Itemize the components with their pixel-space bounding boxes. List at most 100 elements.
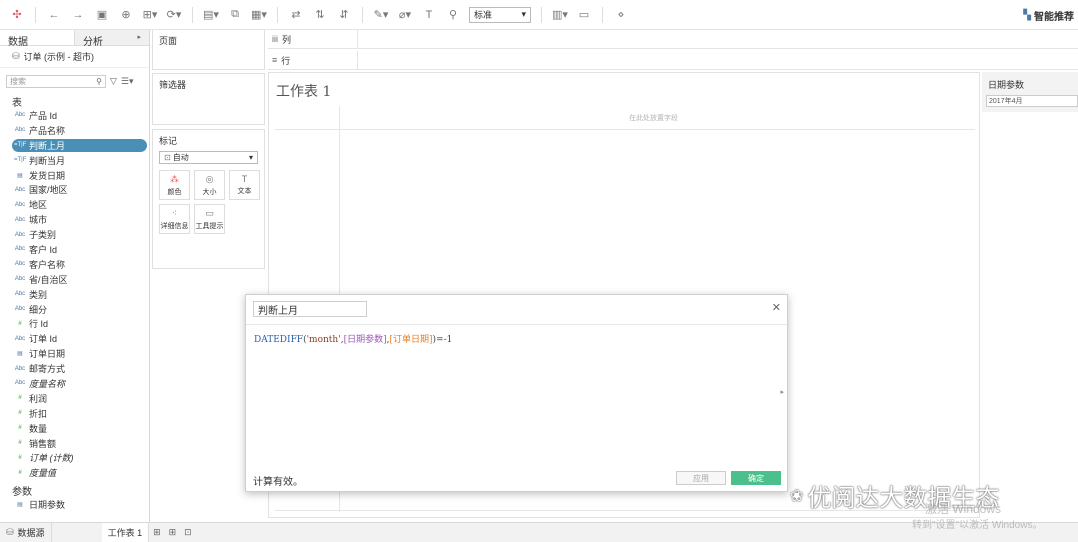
field-item[interactable]: Abc 产品名称 — [0, 123, 150, 138]
apply-button[interactable]: 应用 — [676, 471, 726, 485]
field-label: 度量值 — [29, 468, 57, 479]
calc-status: 计算有效。 — [253, 477, 303, 488]
tab-analysis-label: 分析 — [83, 37, 103, 48]
color-button[interactable]: ⁂ 颜色 — [159, 170, 190, 200]
fit-select[interactable]: 标准 ▾ — [469, 6, 531, 23]
text-label: 文本 — [237, 188, 252, 195]
tableau-logo-icon[interactable]: ✣ — [8, 6, 26, 24]
field-item[interactable]: # 折扣 — [0, 406, 150, 421]
toolbar-divider — [277, 6, 278, 23]
field-label: 订单日期 — [29, 349, 66, 360]
field-type-icon: Abc — [14, 216, 26, 223]
presentation-icon[interactable]: ▭ — [575, 6, 593, 24]
tooltip-icon: ▭ — [205, 207, 214, 218]
new-dashboard-icon[interactable]: ⊞ — [165, 527, 181, 538]
field-item[interactable]: Abc 客户名称 — [0, 257, 150, 272]
close-icon[interactable]: ✕ — [772, 301, 781, 314]
field-item[interactable]: =T|F 判断当月 — [0, 153, 150, 168]
field-item[interactable]: # 销售额 — [0, 436, 150, 451]
new-sheet-icon[interactable]: ▤▾ — [202, 6, 220, 24]
datasource-tab[interactable]: ⛁ 数据源 — [0, 523, 52, 542]
show-me-button[interactable]: ▚ 智能推荐 — [1023, 8, 1074, 23]
duplicate-sheet-icon[interactable]: ⧉ — [226, 6, 244, 24]
field-type-icon: # — [18, 410, 22, 417]
canvas-divider — [275, 129, 975, 130]
expand-functions-icon[interactable]: ▸ — [780, 388, 784, 396]
field-item[interactable]: =T|F 判断上月 — [0, 138, 150, 153]
labels-icon[interactable]: T — [420, 6, 438, 24]
new-datasource-icon[interactable]: ⊕ — [117, 6, 135, 24]
field-item[interactable]: Abc 城市 — [0, 212, 150, 227]
sort-asc-icon[interactable]: ⇅ — [311, 6, 329, 24]
collapse-icon[interactable]: ▸ — [137, 33, 141, 41]
datasource-item[interactable]: ⛁ 订单 (示例 - 超市) — [0, 46, 149, 68]
field-item[interactable]: # 利润 — [0, 391, 150, 406]
formula-editor[interactable]: DATEDIFF('month',[日期参数],[订单日期])=-1 — [254, 332, 452, 345]
marks-type-select[interactable]: ⊡ 自动 ▾ — [159, 151, 258, 164]
highlight-icon[interactable]: ✎▾ — [372, 6, 390, 24]
save-icon[interactable]: ▣ — [93, 6, 111, 24]
field-item[interactable]: # 数量 — [0, 421, 150, 436]
field-item[interactable]: # 度量值 — [0, 465, 150, 480]
field-type-icon: # — [18, 454, 22, 461]
tab-analysis[interactable]: 分析 ▸ — [74, 30, 149, 48]
field-item[interactable]: ▤ 订单日期 — [0, 346, 150, 361]
field-label: 判断上月 — [29, 140, 66, 151]
field-item[interactable]: Abc 国家/地区 — [0, 182, 150, 197]
group-icon[interactable]: ⌀▾ — [396, 6, 414, 24]
field-type-icon: # — [18, 395, 22, 402]
field-label: 销售额 — [29, 438, 57, 449]
view-options-icon[interactable]: ☰▾ — [121, 76, 134, 87]
field-type-icon: Abc — [14, 335, 26, 342]
refresh-icon[interactable]: ⟳▾ — [165, 6, 183, 24]
tooltip-button[interactable]: ▭ 工具提示 — [194, 204, 225, 234]
filters-title: 筛选器 — [159, 80, 187, 90]
calculation-dialog: 判断上月 ✕ DATEDIFF('month',[日期参数],[订单日期])=-… — [245, 294, 788, 492]
search-input[interactable]: 搜索 ⚲ — [6, 75, 106, 88]
text-button[interactable]: T 文本 — [229, 170, 260, 200]
field-item[interactable]: Abc 度量名称 — [0, 376, 150, 391]
size-button[interactable]: ◎ 大小 — [194, 170, 225, 200]
pause-updates-icon[interactable]: ⊞▾ — [141, 6, 159, 24]
fix-axes-icon[interactable]: ⚲ — [444, 6, 462, 24]
parameter-item[interactable]: ▤ 日期参数 — [0, 497, 150, 512]
field-label: 度量名称 — [29, 378, 66, 389]
calc-name-input[interactable]: 判断上月 — [253, 301, 367, 317]
field-type-icon: ▤ — [17, 172, 23, 179]
detail-button[interactable]: ⁖ 详细信息 — [159, 204, 190, 234]
filter-icon[interactable]: ▽ — [110, 76, 117, 87]
sort-desc-icon[interactable]: ⇵ — [335, 6, 353, 24]
swap-icon[interactable]: ⇄ — [287, 6, 305, 24]
field-item[interactable]: # 订单 (计数) — [0, 450, 150, 465]
field-item[interactable]: Abc 细分 — [0, 302, 150, 317]
parameter-input[interactable]: 2017年4月 — [986, 95, 1078, 107]
undo-icon[interactable]: ← — [45, 6, 63, 24]
field-item[interactable]: Abc 客户 Id — [0, 242, 150, 257]
field-item[interactable]: Abc 地区 — [0, 197, 150, 212]
rows-icon: ≡ — [272, 55, 278, 65]
clear-sheet-icon[interactable]: ▦▾ — [250, 6, 268, 24]
rows-drop-zone[interactable] — [358, 51, 1078, 69]
redo-icon[interactable]: → — [69, 6, 87, 24]
field-item[interactable]: # 行 Id — [0, 316, 150, 331]
field-item[interactable]: Abc 订单 Id — [0, 331, 150, 346]
new-story-icon[interactable]: ⊡ — [180, 527, 196, 538]
tab-data[interactable]: 数据 — [0, 30, 74, 48]
marks-title: 标记 — [159, 136, 178, 146]
columns-drop-zone[interactable] — [358, 30, 1078, 48]
field-type-icon: # — [18, 320, 22, 327]
field-label: 细分 — [29, 304, 48, 315]
field-label: 城市 — [29, 215, 48, 226]
field-item[interactable]: Abc 子类别 — [0, 227, 150, 242]
show-cards-icon[interactable]: ▥▾ — [551, 6, 569, 24]
field-item[interactable]: ▤ 发货日期 — [0, 168, 150, 183]
sheet-title[interactable]: 工作表 1 — [276, 81, 331, 101]
field-item[interactable]: Abc 省/自治区 — [0, 272, 150, 287]
field-item[interactable]: Abc 产品 Id — [0, 108, 150, 123]
field-item[interactable]: Abc 邮寄方式 — [0, 361, 150, 376]
share-icon[interactable]: ⋄ — [612, 6, 630, 24]
sheet-tab[interactable]: 工作表 1 — [101, 523, 150, 542]
new-worksheet-icon[interactable]: ⊞ — [149, 527, 165, 538]
field-item[interactable]: Abc 类别 — [0, 287, 150, 302]
ok-button[interactable]: 确定 — [731, 471, 781, 485]
